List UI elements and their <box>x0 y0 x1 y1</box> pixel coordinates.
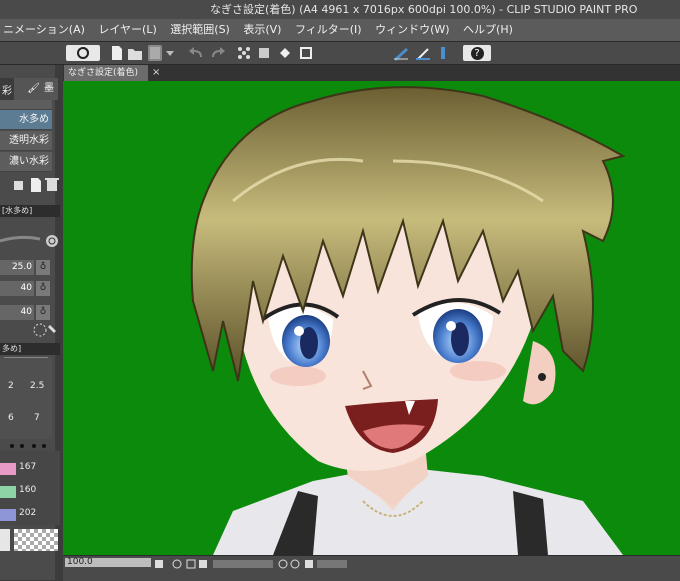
menu-layer[interactable]: レイヤー(L) <box>93 19 161 41</box>
character-illustration <box>190 86 626 555</box>
canvas[interactable] <box>63 81 680 555</box>
title-bar: なぎさ設定(着色) (A4 4961 x 7016px 600dpi 100.0… <box>0 0 680 19</box>
menu-window[interactable]: ウィンドウ(W) <box>370 19 454 41</box>
color-value-r: 167 <box>19 462 37 472</box>
pressure-icon: ♁ <box>39 307 47 317</box>
color-slider-b[interactable] <box>0 509 16 521</box>
bucket-icon <box>280 48 290 58</box>
color-swatch-r <box>0 463 16 475</box>
menu-selection[interactable]: 選択範囲(S) <box>165 19 235 41</box>
open-file-button[interactable] <box>127 45 143 61</box>
menu-animation[interactable]: ニメーション(A) <box>0 19 90 41</box>
brush-size-grid: 2 2.5 6 7 <box>0 357 52 448</box>
tab-watercolor[interactable]: 彩 <box>2 82 12 97</box>
document-tab[interactable]: なぎさ設定(着色) <box>64 65 148 81</box>
brush-size-dots <box>8 433 52 448</box>
brush-size-slider[interactable]: 25.0 <box>0 260 34 275</box>
left-panel: 彩 🖌 墨 水多め 透明水彩 濃い水彩 [水多め] 25.0 ♁ 40 ♁ 40 … <box>0 65 63 580</box>
color-slider-r[interactable] <box>0 463 16 475</box>
brush-size-pressure-button[interactable]: ♁ <box>36 260 50 275</box>
save-menu-button[interactable] <box>164 45 176 61</box>
subtool-item-thick[interactable]: 濃い水彩 <box>0 152 52 172</box>
window-title: なぎさ設定(着色) (A4 4961 x 7016px 600dpi 100.0… <box>210 3 638 16</box>
color-value-g: 160 <box>19 485 37 495</box>
color-value-b: 202 <box>19 508 37 518</box>
clear-icon <box>259 48 269 58</box>
transparent-color-swatch[interactable] <box>14 529 58 551</box>
subtool-action-icons <box>14 178 59 192</box>
tab-ink[interactable]: 🖌 墨 <box>14 78 58 100</box>
color-swatches <box>0 529 60 551</box>
menu-filter[interactable]: フィルター(I) <box>290 19 367 41</box>
navigator-controls <box>153 556 353 569</box>
clip-studio-button[interactable] <box>66 45 100 61</box>
pressure-icon: ♁ <box>39 283 47 293</box>
property-panel-title: [水多め] <box>0 205 60 217</box>
color-slider-g[interactable] <box>0 486 16 498</box>
close-tab-icon[interactable]: × <box>152 65 160 81</box>
main-color-swatch[interactable] <box>0 529 10 551</box>
menu-help[interactable]: ヘルプ(H) <box>458 19 518 41</box>
pressure-icon: ♁ <box>39 262 47 272</box>
status-bar: 100.0 <box>63 555 680 581</box>
save-icon <box>150 47 160 59</box>
zoom-display[interactable]: 100.0 <box>65 558 151 567</box>
brush-size-option[interactable]: 2.5 <box>30 381 44 391</box>
command-bar: ? <box>0 42 680 65</box>
wrench-icon <box>33 323 56 337</box>
menu-view[interactable]: 表示(V) <box>238 19 286 41</box>
ruler-snap-button[interactable] <box>414 45 432 61</box>
subtool-item-transparent[interactable]: 透明水彩 <box>0 131 52 151</box>
help-icon: ? <box>470 47 484 60</box>
ruler-button[interactable] <box>392 45 410 61</box>
subtool-partial[interactable] <box>0 100 52 110</box>
color-swatch-b <box>0 509 16 521</box>
brush-icon: 🖌 <box>27 83 40 94</box>
chevron-down-icon <box>166 51 174 56</box>
new-file-icon <box>112 46 122 60</box>
subtool-item-water-heavy[interactable]: 水多め <box>0 110 52 130</box>
undo-button[interactable] <box>188 45 206 61</box>
dots-icon <box>238 47 250 59</box>
paint-density-pressure-button[interactable]: ♁ <box>36 305 50 320</box>
save-button[interactable] <box>148 45 162 61</box>
subtool-tabs: 彩 🖌 墨 <box>0 78 60 100</box>
help-button[interactable]: ? <box>463 45 491 61</box>
ruler-icon <box>394 48 408 61</box>
brush-size-panel-title: 多め] <box>0 343 60 355</box>
color-slider-panel: 167 160 202 <box>0 451 60 525</box>
crop-icon <box>300 47 312 59</box>
brush-size-option[interactable]: 2 <box>8 381 14 391</box>
clear-button[interactable] <box>256 45 272 61</box>
new-file-button[interactable] <box>110 45 124 61</box>
subtool-actions <box>0 173 60 197</box>
status-icons <box>155 559 347 569</box>
pen-ruler-icon <box>416 48 430 60</box>
brush-size-option[interactable]: 6 <box>8 413 14 423</box>
paint-density-slider[interactable]: 40 <box>0 305 34 320</box>
brush-size-option[interactable]: 7 <box>34 413 40 423</box>
brush-stroke-preview <box>0 235 58 247</box>
pen-icon <box>441 47 445 59</box>
tool-settings-button[interactable] <box>30 321 60 339</box>
clip-studio-icon <box>77 47 89 59</box>
paint-amount-slider[interactable]: 40 <box>0 281 34 296</box>
undo-icon <box>189 47 202 57</box>
menu-bar: ニメーション(A) レイヤー(L) 選択範囲(S) 表示(V) フィルター(I)… <box>0 19 680 42</box>
transform-button[interactable] <box>236 45 252 61</box>
folder-icon <box>128 49 142 60</box>
redo-icon <box>212 47 225 57</box>
brush-preview <box>0 223 60 253</box>
pen-snap-button[interactable] <box>436 45 450 61</box>
scale-button[interactable] <box>298 45 314 61</box>
document-tabs: なぎさ設定(着色) × <box>62 65 680 81</box>
fill-button[interactable] <box>277 45 293 61</box>
paint-amount-pressure-button[interactable]: ♁ <box>36 281 50 296</box>
color-swatch-g <box>0 486 16 498</box>
redo-button[interactable] <box>208 45 226 61</box>
